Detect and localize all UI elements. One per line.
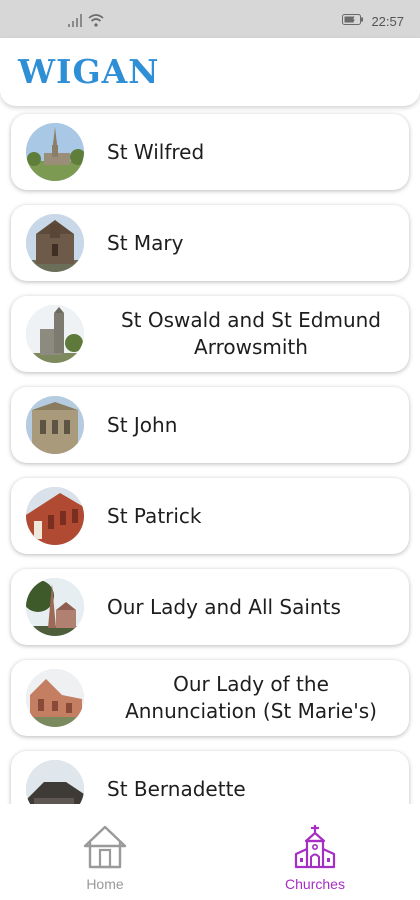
church-card-our-lady-all-saints[interactable]: Our Lady and All Saints	[11, 569, 409, 645]
church-card-st-patrick[interactable]: St Patrick	[11, 478, 409, 554]
church-thumbnail-st-wilfred	[26, 123, 84, 181]
church-card-st-mary[interactable]: St Mary	[11, 205, 409, 281]
battery-icon	[342, 14, 364, 29]
church-card-st-bernadette[interactable]: St Bernadette	[11, 751, 409, 804]
church-thumbnail-our-lady-annunciation	[26, 669, 84, 727]
church-thumbnail-st-john	[26, 396, 84, 454]
church-card-st-oswald[interactable]: St Oswald and St Edmund Arrowsmith	[11, 296, 409, 372]
church-icon	[292, 825, 338, 874]
church-name: St Patrick	[107, 503, 202, 528]
wifi-icon	[88, 14, 104, 31]
nav-churches[interactable]: Churches	[255, 824, 375, 892]
church-card-our-lady-annunciation[interactable]: Our Lady of the Annunciation (St Marie's…	[11, 660, 409, 736]
church-thumbnail-st-patrick	[26, 487, 84, 545]
church-name: Our Lady and All Saints	[107, 594, 341, 619]
nav-churches-label: Churches	[285, 876, 345, 892]
bottom-nav: Home Churches	[0, 804, 420, 900]
church-thumbnail-our-lady-all-saints	[26, 578, 84, 636]
church-name: St Mary	[107, 230, 184, 255]
church-card-st-john[interactable]: St John	[11, 387, 409, 463]
church-name: St Wilfred	[107, 139, 205, 164]
church-thumbnail-st-mary	[26, 214, 84, 272]
church-list[interactable]: St Wilfred St Mary St Oswald and St Edmu…	[0, 106, 420, 804]
home-icon	[82, 825, 128, 874]
church-name: St John	[107, 412, 178, 437]
church-name: St Oswald and St Edmund Arrowsmith	[120, 308, 382, 359]
app-header: WIGAN	[0, 38, 420, 106]
church-name: St Bernadette	[107, 776, 246, 801]
nav-home-label: Home	[86, 876, 124, 892]
church-card-st-wilfred[interactable]: St Wilfred	[11, 114, 409, 190]
wigan-logo[interactable]: WIGAN	[18, 52, 159, 92]
status-time: 22:57	[371, 14, 404, 29]
logo-text: WIGAN	[18, 52, 160, 91]
church-name: Our Lady of the Annunciation (St Marie's…	[125, 672, 377, 723]
nav-home[interactable]: Home	[45, 824, 165, 892]
status-right: 22:57	[342, 14, 404, 29]
status-left	[68, 14, 104, 31]
signal-icon	[68, 14, 84, 31]
church-thumbnail-st-oswald	[26, 305, 84, 363]
church-thumbnail-st-bernadette	[26, 760, 84, 804]
